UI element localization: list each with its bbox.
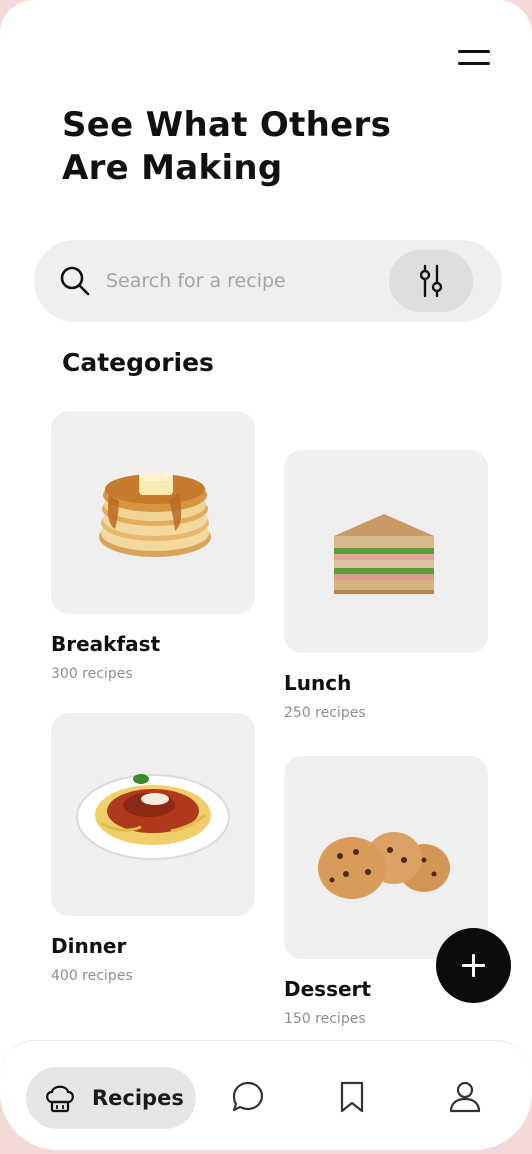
dinner-image — [51, 713, 255, 916]
bookmark-icon — [340, 1081, 364, 1113]
search-input[interactable] — [106, 262, 376, 300]
search-bar — [34, 240, 502, 322]
nav-recipes[interactable]: Recipes — [26, 1067, 196, 1129]
add-recipe-button[interactable] — [436, 928, 511, 1003]
category-count: 250 recipes — [284, 705, 366, 721]
hamburger-menu-icon[interactable] — [454, 46, 494, 70]
category-card-lunch[interactable]: Lunch 250 recipes — [284, 450, 488, 721]
category-card-breakfast[interactable]: Breakfast 300 recipes — [51, 411, 255, 682]
category-count: 300 recipes — [51, 666, 133, 682]
category-card-dinner[interactable]: Dinner 400 recipes — [51, 713, 255, 984]
profile-icon — [449, 1081, 481, 1113]
chat-bubble-icon — [232, 1081, 264, 1112]
lunch-image — [284, 450, 488, 653]
category-name: Breakfast — [51, 632, 161, 656]
filter-button[interactable] — [389, 250, 473, 312]
breakfast-image — [51, 411, 255, 614]
categories-heading: Categories — [62, 348, 214, 377]
category-name: Dinner — [51, 934, 127, 958]
bottom-nav: Recipes — [0, 1040, 532, 1150]
page-title: See What Others Are Making — [62, 105, 392, 188]
dessert-image — [284, 756, 488, 959]
nav-recipes-label: Recipes — [92, 1086, 184, 1110]
nav-saved[interactable] — [334, 1079, 370, 1115]
category-count: 150 recipes — [284, 1011, 366, 1027]
app-screen: See What Others Are Making Categories — [0, 0, 532, 1150]
category-count: 400 recipes — [51, 968, 133, 984]
plus-icon — [472, 954, 475, 977]
search-icon — [60, 266, 90, 296]
category-name: Lunch — [284, 671, 352, 695]
chef-hat-icon — [46, 1085, 74, 1113]
nav-chat[interactable] — [230, 1079, 266, 1115]
filter-sliders-icon — [419, 264, 443, 298]
nav-profile[interactable] — [447, 1079, 483, 1115]
